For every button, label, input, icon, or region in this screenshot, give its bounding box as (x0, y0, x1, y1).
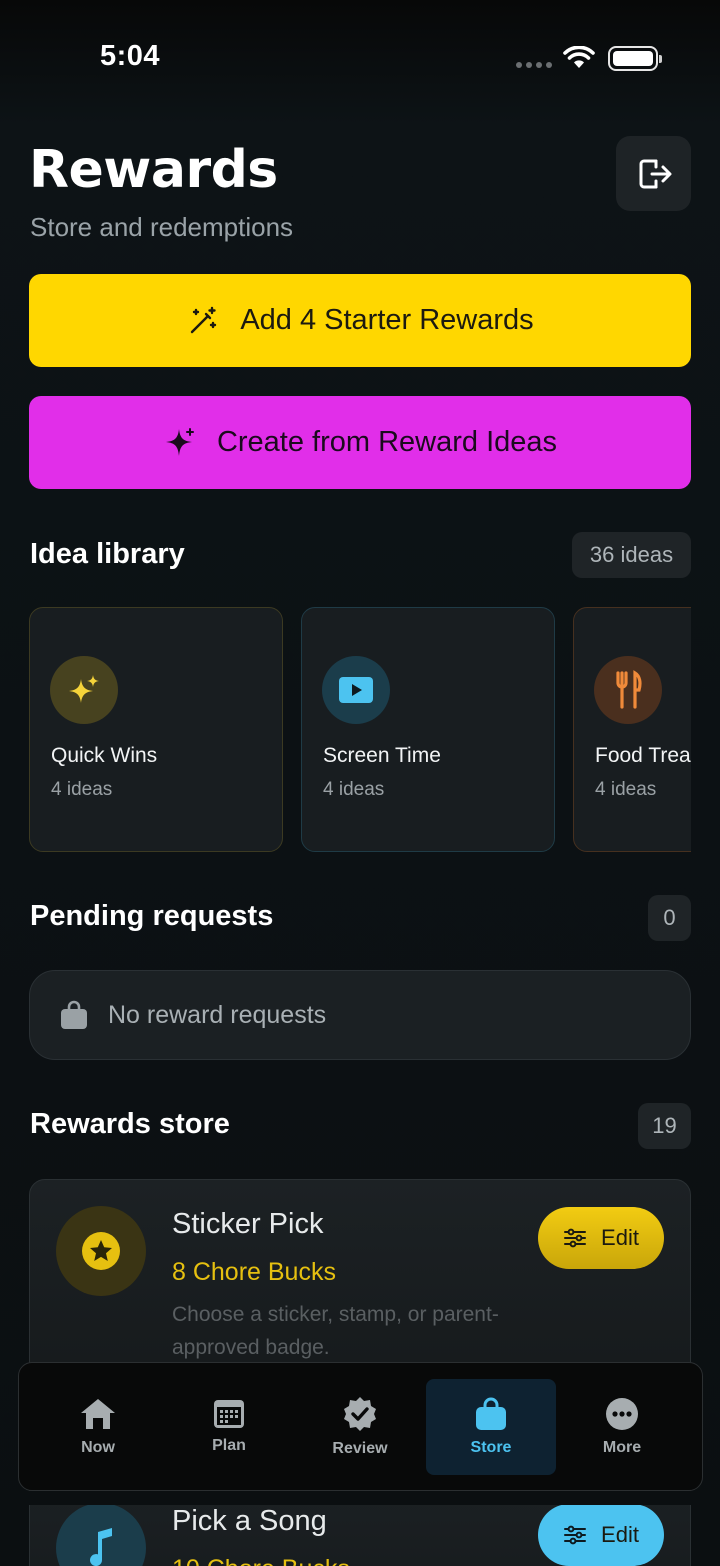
calendar-icon (214, 1400, 244, 1428)
magic-wand-icon (191, 306, 217, 333)
status-time: 5:04 (100, 40, 161, 72)
idea-card-count: 4 ideas (51, 779, 113, 800)
nav-item-more[interactable]: More (557, 1379, 687, 1475)
idea-count-badge: 36 ideas (572, 532, 691, 578)
signal-icon (516, 62, 552, 68)
sliders-icon (564, 1228, 587, 1248)
more-icon (606, 1398, 638, 1430)
nav-label: More (602, 1439, 642, 1456)
empty-state-text: No reward requests (108, 1000, 327, 1029)
pending-requests-title: Pending requests (30, 900, 274, 932)
idea-card-name: Screen Time (323, 744, 441, 767)
wifi-icon (563, 45, 595, 75)
nav-label: Store (470, 1439, 512, 1456)
add-starter-rewards-label: Add 4 Starter Rewards (240, 304, 534, 336)
store-count-badge: 19 (638, 1103, 691, 1149)
pending-requests-empty: No reward requests (29, 970, 691, 1060)
nav-item-review[interactable]: Review (295, 1379, 425, 1475)
nav-label: Review (332, 1440, 388, 1457)
music-note-icon (56, 1503, 146, 1566)
edit-label: Edit (601, 1522, 639, 1547)
edit-reward-button[interactable]: Edit (538, 1207, 664, 1269)
reward-description: Choose a sticker, stamp, or parent-appro… (172, 1303, 499, 1359)
nav-item-store[interactable]: Store (426, 1379, 556, 1475)
logout-icon (639, 159, 671, 188)
nav-item-plan[interactable]: Plan (164, 1379, 294, 1475)
home-icon (81, 1399, 115, 1429)
page-title: Rewards (29, 140, 278, 200)
reward-price: 8 Chore Bucks (172, 1258, 336, 1286)
sliders-icon (564, 1525, 587, 1545)
idea-carousel[interactable]: Quick Wins 4 ideas Screen Time 4 ideas F… (29, 607, 691, 853)
reward-name: Sticker Pick (172, 1208, 324, 1240)
idea-card-name: Quick Wins (51, 744, 158, 767)
create-from-ideas-button[interactable]: Create from Reward Ideas (29, 396, 691, 489)
idea-card-count: 4 ideas (323, 779, 385, 800)
nav-label: Now (81, 1439, 115, 1456)
fork-knife-icon (594, 656, 662, 724)
sparkles-icon (50, 656, 118, 724)
logout-button[interactable] (616, 136, 691, 211)
pending-count-badge: 0 (648, 895, 691, 941)
play-icon (322, 656, 390, 724)
battery-icon (608, 46, 662, 71)
check-badge-icon (344, 1397, 376, 1431)
edit-reward-button[interactable]: Edit (538, 1504, 664, 1566)
idea-card-screen-time[interactable]: Screen Time 4 ideas (301, 607, 555, 852)
reward-name: Pick a Song (172, 1505, 327, 1537)
reward-price: 10 Chore Bucks (172, 1555, 350, 1566)
rewards-store-title: Rewards store (30, 1108, 230, 1140)
nav-label: Plan (212, 1437, 246, 1454)
nav-item-now[interactable]: Now (33, 1379, 163, 1475)
idea-card-quick-wins[interactable]: Quick Wins 4 ideas (29, 607, 283, 852)
idea-library-title: Idea library (30, 538, 185, 570)
page-subtitle: Store and redemptions (30, 212, 294, 242)
bag-icon (61, 1000, 87, 1029)
edit-label: Edit (601, 1225, 639, 1250)
idea-card-name: Food Treats (595, 744, 691, 767)
bottom-nav: Now Plan Review Store More (18, 1362, 703, 1491)
nav-backdrop (0, 1491, 720, 1505)
star-icon (56, 1206, 146, 1296)
sparkle-icon (165, 427, 194, 456)
idea-card-food-treats[interactable]: Food Treats 4 ideas (573, 607, 691, 852)
add-starter-rewards-button[interactable]: Add 4 Starter Rewards (29, 274, 691, 367)
bag-icon (476, 1397, 506, 1430)
create-from-ideas-label: Create from Reward Ideas (216, 426, 558, 458)
reward-card-sticker-pick[interactable]: Sticker Pick 8 Chore Bucks Choose a stic… (29, 1179, 691, 1389)
idea-card-count: 4 ideas (595, 779, 657, 800)
